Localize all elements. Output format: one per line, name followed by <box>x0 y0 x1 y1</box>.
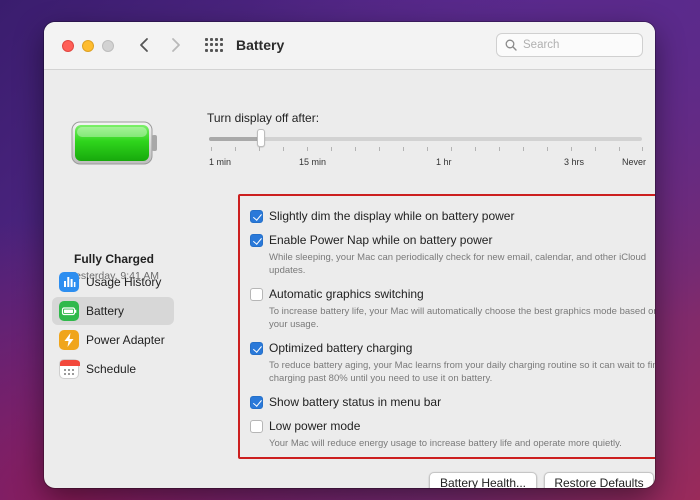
battery-status: Fully Charged <box>73 252 154 266</box>
option-label: Automatic graphics switching <box>269 287 424 301</box>
sidebar-item-battery[interactable]: Battery <box>52 297 174 325</box>
chevron-right-icon <box>172 38 180 52</box>
window-title: Battery <box>236 37 285 53</box>
slider-tick <box>475 147 476 151</box>
restore-defaults-button[interactable]: Restore Defaults <box>544 472 654 488</box>
slider-tick <box>547 147 548 151</box>
sidebar-item-label: Usage History <box>86 275 162 289</box>
title-bar: Battery <box>44 22 655 70</box>
battery-icon <box>59 301 79 321</box>
sidebar-item-usage-history[interactable]: Usage History <box>52 268 174 296</box>
optimized-charging-checkbox[interactable] <box>250 342 263 355</box>
sidebar-item-label: Power Adapter <box>86 333 165 347</box>
slider-tick-label: 3 hrs <box>564 157 585 167</box>
slider-tick <box>259 147 260 151</box>
battery-preferences-window: Battery Search Fully Charged Yesterday, … <box>44 22 655 488</box>
display-off-slider-knob[interactable] <box>257 129 265 147</box>
slider-tick <box>307 147 308 151</box>
battery-settings-pane: Turn display off after: 1 min 15 min 1 h… <box>184 71 655 488</box>
low-power-mode-checkbox[interactable] <box>250 420 263 433</box>
calendar-icon <box>59 359 80 379</box>
slider-tick <box>331 147 332 151</box>
battery-level-icon <box>71 121 157 165</box>
slider-tick <box>523 147 524 151</box>
battery-health-button[interactable]: Battery Health... <box>429 472 537 488</box>
slider-tick <box>403 147 404 151</box>
slider-tick <box>595 147 596 151</box>
slider-tick <box>619 147 620 151</box>
chevron-left-icon <box>140 38 148 52</box>
option-label: Enable Power Nap while on battery power <box>269 233 493 247</box>
sidebar-item-schedule[interactable]: Schedule <box>52 355 174 383</box>
slider-tick <box>427 147 428 151</box>
display-off-slider-track[interactable] <box>209 137 642 141</box>
option-label: Show battery status in menu bar <box>269 395 442 409</box>
slider-tick <box>355 147 356 151</box>
option-description: To increase battery life, your Mac will … <box>269 306 655 330</box>
slider-tick <box>642 147 643 151</box>
chart-icon <box>59 272 79 292</box>
back-button[interactable] <box>134 34 154 58</box>
zoom-window-button[interactable] <box>102 40 114 52</box>
sidebar: Fully Charged Yesterday, 9:41 AM Usage H… <box>44 71 184 488</box>
battery-options-highlight: Slightly dim the display while on batter… <box>238 194 655 459</box>
lightning-icon <box>59 330 79 350</box>
slider-tick-label: 1 hr <box>436 157 452 167</box>
option-label: Low power mode <box>269 419 361 433</box>
dim-display-checkbox[interactable] <box>250 210 263 223</box>
slider-tick <box>379 147 380 151</box>
slider-tick <box>451 147 452 151</box>
search-input[interactable] <box>523 37 635 53</box>
sidebar-item-power-adapter[interactable]: Power Adapter <box>52 326 174 354</box>
graphics-switching-checkbox[interactable] <box>250 288 263 301</box>
close-window-button[interactable] <box>62 40 74 52</box>
show-all-grid-icon[interactable] <box>205 38 223 52</box>
display-off-label: Turn display off after: <box>207 111 320 125</box>
option-label: Optimized battery charging <box>269 341 413 355</box>
sidebar-item-label: Battery <box>86 304 125 318</box>
power-nap-checkbox[interactable] <box>250 234 263 247</box>
option-description: Your Mac will reduce energy usage to inc… <box>269 438 622 449</box>
search-field[interactable] <box>496 33 643 57</box>
forward-button[interactable] <box>166 34 186 58</box>
slider-tick <box>211 147 212 151</box>
minimize-window-button[interactable] <box>82 40 94 52</box>
option-description: To reduce battery aging, your Mac learns… <box>269 360 655 384</box>
slider-tick <box>283 147 284 151</box>
search-icon <box>505 39 517 51</box>
slider-tick-label: 15 min <box>299 157 327 167</box>
slider-tick <box>499 147 500 151</box>
slider-tick <box>571 147 572 151</box>
option-label: Slightly dim the display while on batter… <box>269 209 515 223</box>
slider-tick <box>235 147 236 151</box>
slider-tick-label: 1 min <box>209 157 232 167</box>
display-off-slider-fill <box>209 137 261 141</box>
option-description: While sleeping, your Mac can periodicall… <box>269 252 647 276</box>
sidebar-item-label: Schedule <box>86 362 137 376</box>
menu-bar-status-checkbox[interactable] <box>250 396 263 409</box>
slider-tick-label: Never <box>622 157 647 167</box>
